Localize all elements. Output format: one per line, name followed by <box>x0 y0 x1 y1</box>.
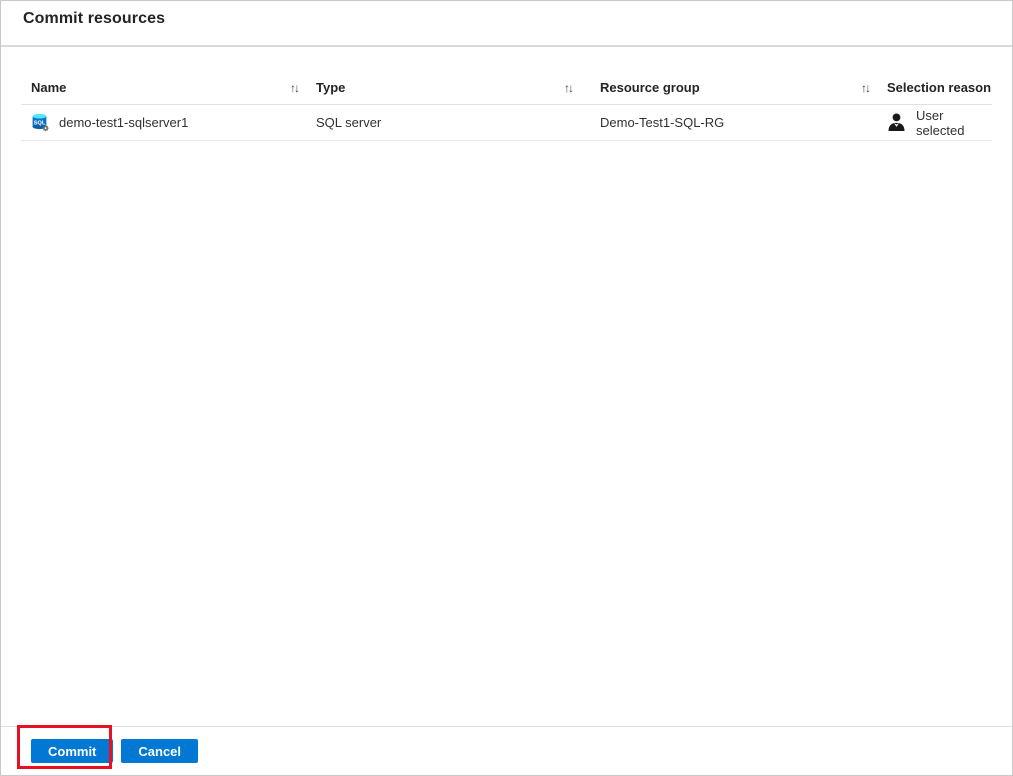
column-header-resource-group[interactable]: Resource group ↑↓ <box>600 80 887 95</box>
cell-type: SQL server <box>316 115 600 130</box>
cell-name: SQL demo-test1-sqlserver1 <box>21 112 316 133</box>
resource-type: SQL server <box>316 115 381 130</box>
footer-bar: Commit Cancel <box>1 726 1012 775</box>
resource-group: Demo-Test1-SQL-RG <box>600 115 724 130</box>
resource-name: demo-test1-sqlserver1 <box>59 115 188 130</box>
content-spacer <box>1 141 1012 726</box>
column-header-selection-reason-label: Selection reason <box>887 80 991 95</box>
user-person-icon <box>887 113 906 132</box>
cancel-button[interactable]: Cancel <box>121 739 198 763</box>
sort-icon: ↑↓ <box>564 81 572 95</box>
sort-icon: ↑↓ <box>290 81 298 95</box>
page-title: Commit resources <box>23 10 990 28</box>
panel-header: Commit resources <box>1 1 1012 45</box>
column-header-name-label: Name <box>31 80 66 95</box>
table-header-row: Name ↑↓ Type ↑↓ Resource group ↑↓ Select… <box>21 71 992 105</box>
table-row: SQL demo-test1-sqlserver1 SQL server Dem… <box>21 105 992 141</box>
column-header-selection-reason: Selection reason <box>887 80 992 95</box>
resources-table: Name ↑↓ Type ↑↓ Resource group ↑↓ Select… <box>21 71 992 141</box>
cell-resource-group: Demo-Test1-SQL-RG <box>600 115 887 130</box>
cell-selection-reason: User selected <box>887 108 992 138</box>
column-header-type-label: Type <box>316 80 345 95</box>
selection-reason: User selected <box>916 108 992 138</box>
header-divider <box>1 45 1012 47</box>
column-header-name[interactable]: Name ↑↓ <box>21 80 316 95</box>
commit-resources-panel: Commit resources Name ↑↓ Type ↑↓ Resourc… <box>0 0 1013 776</box>
sort-icon: ↑↓ <box>861 81 869 95</box>
column-header-type[interactable]: Type ↑↓ <box>316 80 600 95</box>
sql-server-icon: SQL <box>29 112 50 133</box>
commit-button[interactable]: Commit <box>31 739 113 763</box>
svg-text:SQL: SQL <box>34 121 46 127</box>
column-header-resource-group-label: Resource group <box>600 80 700 95</box>
